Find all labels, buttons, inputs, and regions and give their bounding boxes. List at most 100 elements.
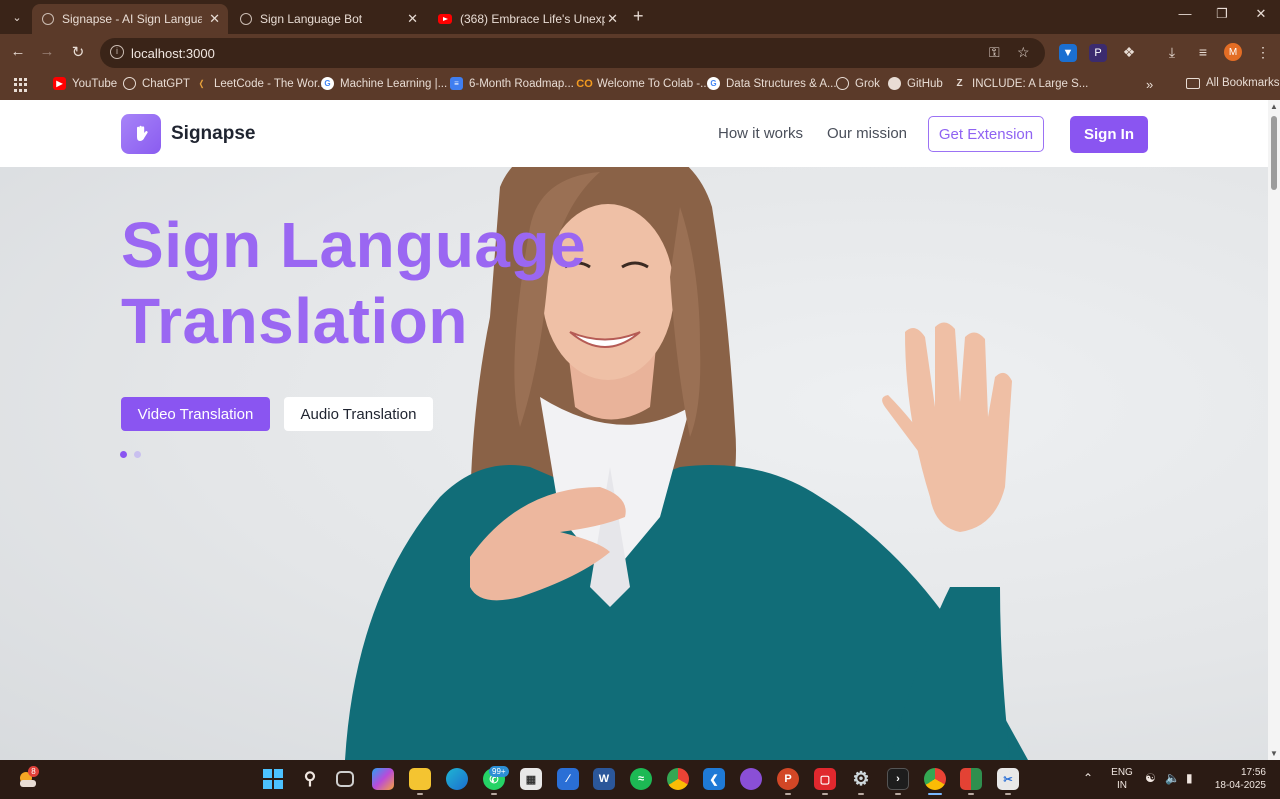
bookmark-machine-learning[interactable]: G Machine Learning |... (321, 77, 447, 90)
scroll-down-icon[interactable]: ▼ (1270, 749, 1278, 758)
nav-how-it-works[interactable]: How it works (718, 125, 803, 142)
bookmark-star-icon[interactable]: ☆ (1017, 44, 1030, 61)
clock-time: 17:56 (1240, 767, 1266, 778)
powerpoint-icon[interactable]: P (777, 768, 799, 790)
tab-sign-language-bot[interactable]: Sign Language Bot ✕ (230, 4, 426, 34)
apps-grid-icon[interactable] (14, 78, 28, 92)
chrome-icon[interactable] (667, 768, 689, 790)
address-bar[interactable]: i localhost:3000 ⚿ ☆ (100, 38, 1045, 68)
bookmark-colab[interactable]: CO Welcome To Colab -... (576, 77, 709, 90)
chrome-active-icon[interactable] (924, 768, 946, 790)
edge-icon[interactable] (446, 768, 468, 790)
chatgpt-icon (123, 77, 136, 90)
docs-icon: ≡ (450, 77, 463, 90)
scroll-up-icon[interactable]: ▲ (1270, 102, 1278, 111)
tab-search-chevron-icon[interactable]: ⌄ (6, 7, 28, 27)
language-indicator[interactable]: ENG IN (1110, 766, 1134, 792)
google-icon: G (321, 77, 334, 90)
get-extension-button[interactable]: Get Extension (928, 116, 1044, 152)
all-bookmarks-button[interactable]: All Bookmarks (1186, 77, 1280, 89)
vscode-icon[interactable]: ❮ (703, 768, 725, 790)
bookmark-leetcode[interactable]: ❬ LeetCode - The Wor... (195, 77, 327, 90)
video-translation-button[interactable]: Video Translation (121, 397, 270, 431)
spotify-icon[interactable]: ≈ (630, 768, 652, 790)
terminal-icon[interactable]: › (887, 768, 909, 790)
sign-in-button[interactable]: Sign In (1070, 116, 1148, 153)
search-icon[interactable]: ⚲ (299, 768, 321, 790)
tab-strip: ⌄ Signapse - AI Sign Language Tr ✕ Sign … (0, 0, 1280, 34)
grok-icon (836, 77, 849, 90)
wifi-icon[interactable]: ☯ (1145, 771, 1156, 785)
powerpoint-running-indicator (785, 793, 791, 795)
whatsapp-running-indicator (491, 793, 497, 795)
close-tab-icon[interactable]: ✕ (607, 11, 618, 27)
reading-list-icon[interactable]: ≡ (1194, 44, 1212, 60)
snipping-tool-icon[interactable]: ✂ (997, 768, 1019, 790)
close-tab-icon[interactable]: ✕ (407, 11, 418, 27)
grid-app-running-indicator (968, 793, 974, 795)
carousel-dot-1[interactable] (120, 451, 127, 458)
reload-button[interactable]: ↻ (68, 43, 88, 61)
p-extension-icon[interactable]: P (1089, 44, 1107, 62)
nav-our-mission[interactable]: Our mission (827, 125, 907, 142)
volume-icon[interactable]: 🔈 (1165, 771, 1180, 785)
bookmark-data-structures[interactable]: G Data Structures & A... (707, 77, 837, 90)
more-bookmarks-chevron-icon[interactable]: » (1146, 77, 1153, 92)
file-explorer-icon[interactable] (409, 768, 431, 790)
signapse-logo-icon[interactable] (121, 114, 161, 154)
bookmark-include[interactable]: Z INCLUDE: A Large S... (953, 77, 1088, 90)
brand-name[interactable]: Signapse (171, 123, 255, 145)
bookmarks-bar: ▶ YouTube ChatGPT ❬ LeetCode - The Wor..… (0, 72, 1280, 100)
new-tab-button[interactable]: + (633, 6, 644, 27)
site-info-icon[interactable]: i (110, 45, 124, 59)
bookmark-label: Data Structures & A... (726, 77, 837, 90)
ms-store-icon[interactable]: ▦ (520, 768, 542, 790)
url-text[interactable]: localhost:3000 (131, 46, 215, 61)
password-key-icon[interactable]: ⚿ (989, 44, 1000, 61)
close-window-button[interactable]: ✕ (1251, 6, 1271, 22)
hero-section: Sign Language Translation Video Translat… (0, 167, 1268, 760)
leetcode-icon: ❬ (198, 79, 205, 88)
copilot-icon[interactable] (372, 768, 394, 790)
red-app-icon[interactable]: ▢ (814, 768, 836, 790)
minimize-button[interactable]: — (1175, 6, 1195, 21)
kebab-menu-icon[interactable]: ⋮ (1254, 44, 1272, 61)
battery-icon[interactable]: ▮ (1186, 771, 1193, 785)
bookmark-github[interactable]: GitHub (888, 77, 943, 90)
close-tab-icon[interactable]: ✕ (209, 11, 220, 27)
word-icon[interactable]: W (593, 768, 615, 790)
audio-translation-button[interactable]: Audio Translation (284, 397, 433, 431)
tab-signapse[interactable]: Signapse - AI Sign Language Tr ✕ (32, 4, 228, 34)
restore-button[interactable]: ❐ (1212, 6, 1232, 22)
bookmark-chatgpt[interactable]: ChatGPT (123, 77, 190, 90)
file-explorer-running-indicator (417, 793, 423, 795)
back-button[interactable]: ← (8, 43, 28, 60)
github-desktop-icon[interactable] (740, 768, 762, 790)
zotero-icon: Z (956, 78, 963, 89)
bookmark-grok[interactable]: Grok (836, 77, 880, 90)
grid-app-icon[interactable] (960, 768, 982, 790)
youtube-icon: ▶ (53, 77, 66, 90)
google-icon: G (707, 77, 720, 90)
task-view-icon[interactable] (336, 771, 354, 787)
hero-title-line1: Sign Language (121, 209, 587, 281)
bookmark-youtube[interactable]: ▶ YouTube (53, 77, 117, 90)
clock[interactable]: 17:56 18-04-2025 (1210, 766, 1266, 792)
forward-button[interactable]: → (37, 43, 57, 60)
page-scrollbar[interactable]: ▲ ▼ (1268, 100, 1280, 760)
tab-youtube[interactable]: (368) Embrace Life's Unexpecte ✕ (428, 4, 626, 34)
carousel-dot-2[interactable] (134, 451, 141, 458)
download-icon[interactable]: ⤓ (1163, 44, 1181, 61)
region-code: IN (1117, 780, 1127, 791)
extensions-puzzle-icon[interactable]: ❖ (1120, 44, 1138, 61)
system-tray-chevron-icon[interactable]: ⌃ (1083, 771, 1093, 785)
youtube-icon (438, 14, 452, 24)
bookmark-roadmap[interactable]: ≡ 6-Month Roadmap... (450, 77, 574, 90)
settings-gear-icon[interactable]: ⚙ (850, 768, 872, 790)
windows-start-icon[interactable] (262, 768, 284, 790)
tab-title: Sign Language Bot (260, 12, 363, 26)
scrollbar-thumb[interactable] (1271, 116, 1277, 190)
profile-avatar[interactable]: M (1224, 43, 1242, 61)
shield-extension-icon[interactable]: ▼ (1059, 44, 1077, 62)
azure-icon[interactable]: ∕ (557, 768, 579, 790)
